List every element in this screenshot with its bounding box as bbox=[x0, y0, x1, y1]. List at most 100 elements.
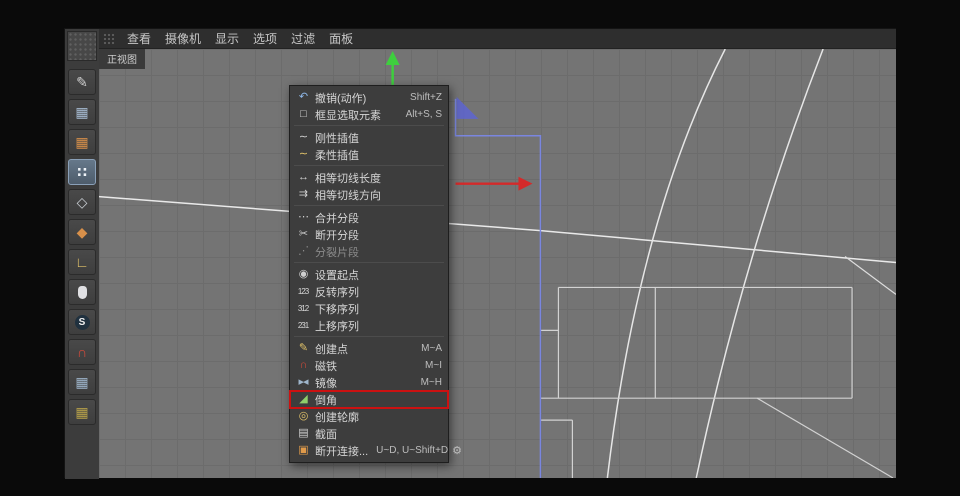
menu-item-label: 反转序列 bbox=[315, 284, 442, 300]
tool-texture-mode[interactable]: ▦ bbox=[68, 129, 96, 155]
bevel-icon: ◢ bbox=[294, 391, 312, 408]
menu-item-label: 创建点 bbox=[315, 341, 413, 357]
create-point-icon: ✎ bbox=[294, 340, 312, 357]
menu-item-create-outline[interactable]: ◎ 创建轮廓 bbox=[290, 408, 448, 425]
menubar-grip-icon[interactable] bbox=[103, 33, 115, 45]
menu-item-label: 刚性插值 bbox=[315, 130, 442, 146]
tool-magnet-snap[interactable]: ∩ bbox=[68, 339, 96, 365]
menu-item-frame-selected[interactable]: □ 框显选取元素 Alt+S, S bbox=[290, 106, 448, 123]
menu-item-move-down-sequence[interactable]: 312 下移序列 bbox=[290, 300, 448, 317]
menu-item-label: 下移序列 bbox=[315, 301, 442, 317]
tool-workplane[interactable]: ▦ bbox=[68, 399, 96, 425]
menu-item-label: 断开连接... bbox=[315, 443, 368, 459]
menubar-item-panel[interactable]: 面板 bbox=[322, 29, 360, 49]
magnet-icon: ∩ bbox=[294, 357, 312, 374]
menu-item-undo[interactable]: ↶ 撤销(动作) Shift+Z bbox=[290, 89, 448, 106]
menu-item-shortcut: M~A bbox=[421, 343, 442, 354]
menubar-item-filter[interactable]: 过滤 bbox=[284, 29, 322, 49]
viewport-wireframe bbox=[99, 49, 896, 478]
menu-item-create-point[interactable]: ✎ 创建点 M~A bbox=[290, 340, 448, 357]
tool-model-mode[interactable]: ▦ bbox=[68, 99, 96, 125]
menubar-item-options[interactable]: 选项 bbox=[246, 29, 284, 49]
menu-item-label: 创建轮廓 bbox=[315, 409, 442, 425]
mouse-icon bbox=[78, 286, 87, 299]
tool-polygons-mode[interactable]: ◆ bbox=[68, 219, 96, 245]
cross-section-icon: ▤ bbox=[294, 425, 312, 442]
viewport-front-view[interactable]: 正视图 bbox=[99, 49, 896, 478]
gear-icon[interactable]: ⚙ bbox=[452, 444, 462, 457]
tool-make-editable[interactable]: ✎ bbox=[68, 69, 96, 95]
magnet-icon: ∩ bbox=[77, 345, 87, 359]
menu-item-shortcut: Shift+Z bbox=[410, 92, 442, 103]
menu-item-join-segments[interactable]: ⋯ 合并分段 bbox=[290, 209, 448, 226]
menu-item-label: 倒角 bbox=[315, 392, 442, 408]
menu-item-shortcut: U~D, U~Shift+D bbox=[376, 445, 448, 456]
menu-item-break-segments[interactable]: ✂ 断开分段 bbox=[290, 226, 448, 243]
outline-icon: ◎ bbox=[294, 408, 312, 425]
axis-y-arrow-icon[interactable] bbox=[386, 51, 400, 85]
make-editable-icon: ✎ bbox=[76, 75, 88, 89]
menu-item-label: 撤销(动作) bbox=[315, 90, 402, 106]
spline-curve-right[interactable] bbox=[696, 49, 823, 478]
undo-icon: ↶ bbox=[294, 89, 312, 106]
menu-item-reverse-sequence[interactable]: 123 反转序列 bbox=[290, 283, 448, 300]
polygons-mode-icon: ◆ bbox=[77, 225, 88, 239]
menu-item-mirror[interactable]: ▸◂ 镜像 M~H bbox=[290, 374, 448, 391]
viewport-menubar: 查看 摄像机 显示 选项 过滤 面板 bbox=[99, 29, 896, 49]
left-tool-palette: ✎ ▦ ▦ ∷ ◇ ◆ ∟ S ∩ ▦ ▦ bbox=[65, 29, 99, 479]
axis-mode-icon: ∟ bbox=[75, 255, 89, 269]
axis-x-arrow-icon[interactable] bbox=[456, 177, 533, 191]
menu-item-label: 上移序列 bbox=[315, 318, 442, 334]
tool-points-mode[interactable]: ∷ bbox=[68, 159, 96, 185]
menu-item-shortcut: M~I bbox=[425, 360, 442, 371]
menu-item-label: 相等切线方向 bbox=[315, 187, 442, 203]
menu-item-label: 分裂片段 bbox=[315, 244, 442, 260]
tool-snap-settings[interactable]: S bbox=[68, 309, 96, 335]
polygon-outline[interactable] bbox=[540, 287, 893, 478]
menu-item-shortcut: M~H bbox=[421, 377, 442, 388]
app-window: 查看 摄像机 显示 选项 过滤 面板 ✎ ▦ ▦ ∷ ◇ ◆ ∟ S ∩ ▦ ▦… bbox=[64, 28, 896, 478]
spline-curve-left[interactable] bbox=[607, 49, 725, 478]
toolbar-grip[interactable] bbox=[67, 31, 97, 61]
selected-spline[interactable] bbox=[456, 99, 541, 478]
snap-icon: S bbox=[75, 315, 90, 330]
menubar-item-view[interactable]: 查看 bbox=[120, 29, 158, 49]
tool-edges-mode[interactable]: ◇ bbox=[68, 189, 96, 215]
join-segments-icon: ⋯ bbox=[294, 209, 312, 226]
menu-item-disconnect[interactable]: ▣ 断开连接... U~D, U~Shift+D ⚙ bbox=[290, 442, 448, 459]
menu-item-set-first-point[interactable]: ◉ 设置起点 bbox=[290, 266, 448, 283]
spline-rigid-icon: ∼ bbox=[294, 129, 312, 146]
menu-item-equal-tangent-direction[interactable]: ⇉ 相等切线方向 bbox=[290, 186, 448, 203]
texture-mode-icon: ▦ bbox=[75, 135, 88, 149]
plane-handle-icon[interactable] bbox=[457, 97, 479, 119]
menu-item-label: 镜像 bbox=[315, 375, 413, 391]
spline-main[interactable] bbox=[99, 197, 896, 263]
menubar-item-display[interactable]: 显示 bbox=[208, 29, 246, 49]
menu-item-cross-section[interactable]: ▤ 截面 bbox=[290, 425, 448, 442]
move-down-icon: 312 bbox=[294, 300, 312, 317]
workplane-icon: ▦ bbox=[75, 405, 88, 419]
menu-item-explode-segments: ⋰ 分裂片段 bbox=[290, 243, 448, 260]
menu-item-label: 截面 bbox=[315, 426, 442, 442]
menu-separator bbox=[294, 205, 444, 206]
tool-workplane-locked[interactable]: ▦ bbox=[68, 369, 96, 395]
menu-item-label: 设置起点 bbox=[315, 267, 442, 283]
disconnect-icon: ▣ bbox=[294, 442, 312, 459]
menu-item-move-up-sequence[interactable]: 231 上移序列 bbox=[290, 317, 448, 334]
tangent-direction-icon: ⇉ bbox=[294, 186, 312, 203]
menu-item-equal-tangent-length[interactable]: ↔ 相等切线长度 bbox=[290, 169, 448, 186]
menubar-item-camera[interactable]: 摄像机 bbox=[158, 29, 208, 49]
model-mode-icon: ▦ bbox=[75, 105, 88, 119]
viewport-label[interactable]: 正视图 bbox=[99, 49, 145, 69]
menu-item-soft-interpolation[interactable]: ∼ 柔性插值 bbox=[290, 146, 448, 163]
menu-item-bevel[interactable]: ◢ 倒角 bbox=[290, 391, 448, 408]
menu-separator bbox=[294, 336, 444, 337]
edges-mode-icon: ◇ bbox=[77, 195, 88, 209]
workplane-locked-icon: ▦ bbox=[75, 375, 88, 389]
menu-item-rigid-interpolation[interactable]: ∼ 刚性插值 bbox=[290, 129, 448, 146]
tool-axis-mode[interactable]: ∟ bbox=[68, 249, 96, 275]
set-first-point-icon: ◉ bbox=[294, 266, 312, 283]
menu-item-magnet[interactable]: ∩ 磁铁 M~I bbox=[290, 357, 448, 374]
tool-viewport-solo[interactable] bbox=[68, 279, 96, 305]
explode-segments-icon: ⋰ bbox=[294, 243, 312, 260]
